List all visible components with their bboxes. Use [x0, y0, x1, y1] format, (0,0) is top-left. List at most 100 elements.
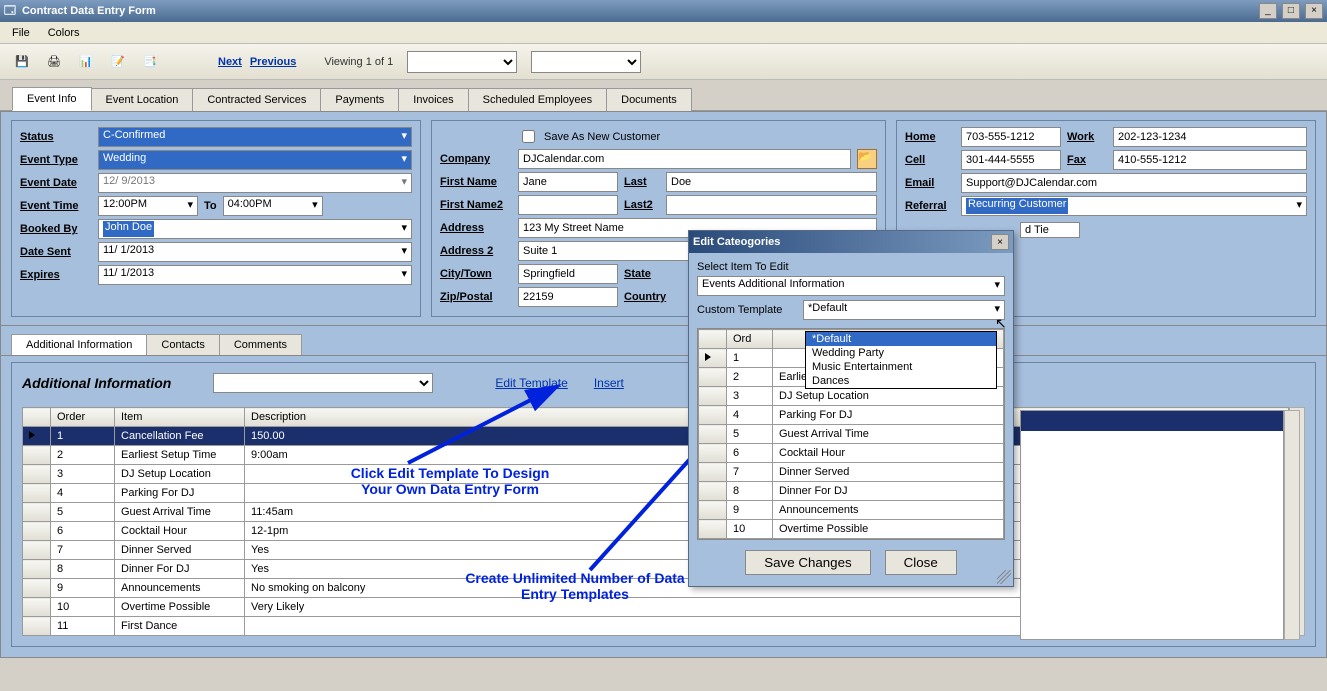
table-row[interactable]: 5Guest Arrival Time: [699, 425, 1004, 444]
refresh-icon[interactable]: 📝: [106, 50, 130, 74]
label-country: Country: [624, 291, 674, 303]
tab-event-location[interactable]: Event Location: [91, 88, 194, 111]
previous-link[interactable]: Previous: [250, 56, 296, 68]
subtab-additional-info[interactable]: Additional Information: [11, 334, 147, 355]
nav-select-2[interactable]: [531, 51, 641, 73]
custom-template-label: Custom Template: [697, 304, 797, 316]
save-icon[interactable]: 💾: [10, 50, 34, 74]
table-row[interactable]: 4Parking For DJ: [699, 406, 1004, 425]
label-event-date: Event Date: [20, 177, 92, 189]
save-as-new-checkbox[interactable]: [522, 130, 535, 143]
chevron-down-icon: ▾: [401, 129, 407, 145]
zip-input[interactable]: [518, 287, 618, 307]
work-phone-input[interactable]: [1113, 127, 1307, 147]
close-button[interactable]: Close: [885, 550, 957, 575]
label-expires: Expires: [20, 269, 92, 281]
subtab-comments[interactable]: Comments: [219, 334, 302, 355]
label-address: Address: [440, 222, 512, 234]
status-dropdown[interactable]: C-Confirmed▾: [98, 127, 412, 147]
minimize-button[interactable]: _: [1259, 3, 1277, 19]
menu-file[interactable]: File: [12, 27, 30, 39]
right-blank-grid: [1020, 410, 1300, 640]
dialog-title-bar[interactable]: Edit Cateogories ×: [689, 231, 1013, 253]
template-option-dances[interactable]: Dances: [806, 374, 996, 388]
custom-template-dropdown[interactable]: *Default ▾: [803, 300, 1005, 320]
referral-dropdown[interactable]: Recurring Customer ▾: [961, 196, 1307, 216]
tab-invoices[interactable]: Invoices: [398, 88, 468, 111]
home-phone-input[interactable]: [961, 127, 1061, 147]
chevron-down-icon: ▾: [312, 198, 318, 214]
table-row[interactable]: 3DJ Setup Location: [699, 387, 1004, 406]
date-sent-picker[interactable]: 11/ 1/2013▾: [98, 242, 412, 262]
ai-dropdown[interactable]: [213, 373, 433, 393]
template-option-default[interactable]: *Default: [806, 332, 996, 346]
email-input[interactable]: [961, 173, 1307, 193]
tab-contracted-services[interactable]: Contracted Services: [192, 88, 321, 111]
folder-open-icon[interactable]: 📂: [857, 149, 877, 169]
tab-documents[interactable]: Documents: [606, 88, 692, 111]
first-name2-input[interactable]: [518, 195, 618, 215]
table-row[interactable]: 8Dinner For DJ: [699, 482, 1004, 501]
save-changes-button[interactable]: Save Changes: [745, 550, 870, 575]
event-summary-panel: Status C-Confirmed▾ Event Type Wedding▾ …: [11, 120, 421, 317]
select-item-label: Select Item To Edit: [697, 261, 789, 273]
fax-input[interactable]: [1113, 150, 1307, 170]
select-item-dropdown[interactable]: Events Additional Information ▾: [697, 276, 1005, 296]
cursor-icon: ↖: [995, 315, 1007, 332]
label-state: State: [624, 268, 664, 280]
col-item[interactable]: Item: [115, 408, 245, 427]
booked-by-dropdown[interactable]: John Doe▾: [98, 219, 412, 239]
app-icon-2[interactable]: 📊: [74, 50, 98, 74]
print-icon[interactable]: 🖨: [42, 50, 66, 74]
dlg-col-ord[interactable]: Ord: [727, 330, 773, 349]
expires-picker[interactable]: 11/ 1/2013▾: [98, 265, 412, 285]
time-to-dropdown[interactable]: 04:00PM▾: [223, 196, 323, 216]
tab-payments[interactable]: Payments: [320, 88, 399, 111]
table-row[interactable]: 10Overtime Possible: [699, 520, 1004, 539]
resize-grip[interactable]: [997, 570, 1011, 584]
last-name2-input[interactable]: [666, 195, 877, 215]
copy-icon[interactable]: 📑: [138, 50, 162, 74]
app-icon: 🗔: [4, 2, 16, 21]
label-booked-by: Booked By: [20, 223, 92, 235]
template-option-wedding-party[interactable]: Wedding Party: [806, 346, 996, 360]
edit-template-link[interactable]: Edit Template: [495, 376, 568, 390]
dialog-close-icon[interactable]: ×: [991, 234, 1009, 250]
table-row[interactable]: 6Cocktail Hour: [699, 444, 1004, 463]
col-order[interactable]: Order: [51, 408, 115, 427]
table-row[interactable]: 9Announcements: [699, 501, 1004, 520]
label-address2: Address 2: [440, 245, 512, 257]
event-date-picker[interactable]: 12/ 9/2013▾: [98, 173, 412, 193]
chevron-down-icon: ▾: [401, 175, 407, 191]
hidden-tie-dropdown[interactable]: d Tie: [1020, 222, 1080, 238]
label-fax: Fax: [1067, 154, 1107, 166]
template-option-music-entertainment[interactable]: Music Entertainment: [806, 360, 996, 374]
insert-link[interactable]: Insert: [594, 376, 624, 390]
first-name-input[interactable]: [518, 172, 618, 192]
last-name-input[interactable]: [666, 172, 877, 192]
label-first2: First Name2: [440, 199, 512, 211]
table-row[interactable]: 7Dinner Served: [699, 463, 1004, 482]
edit-categories-dialog: Edit Cateogories × Select Item To Edit E…: [688, 230, 1014, 587]
city-input[interactable]: [518, 264, 618, 284]
label-date-sent: Date Sent: [20, 246, 92, 258]
close-button[interactable]: ×: [1305, 3, 1323, 19]
company-input[interactable]: [518, 149, 851, 169]
label-first: First Name: [440, 176, 512, 188]
dialog-title: Edit Cateogories: [693, 236, 780, 248]
cell-phone-input[interactable]: [961, 150, 1061, 170]
viewing-label: Viewing 1 of 1: [324, 56, 393, 68]
custom-template-options[interactable]: *Default Wedding Party Music Entertainme…: [805, 331, 997, 389]
menu-colors[interactable]: Colors: [48, 27, 80, 39]
label-to: To: [204, 200, 217, 212]
chevron-down-icon: ▾: [401, 221, 407, 237]
next-link[interactable]: Next: [218, 56, 242, 68]
time-from-dropdown[interactable]: 12:00PM▾: [98, 196, 198, 216]
event-type-dropdown[interactable]: Wedding▾: [98, 150, 412, 170]
right-blank-scrollbar[interactable]: [1284, 410, 1300, 640]
tab-event-info[interactable]: Event Info: [12, 87, 92, 111]
subtab-contacts[interactable]: Contacts: [146, 334, 219, 355]
nav-select-1[interactable]: [407, 51, 517, 73]
tab-scheduled-employees[interactable]: Scheduled Employees: [468, 88, 607, 111]
maximize-button[interactable]: □: [1282, 3, 1300, 19]
